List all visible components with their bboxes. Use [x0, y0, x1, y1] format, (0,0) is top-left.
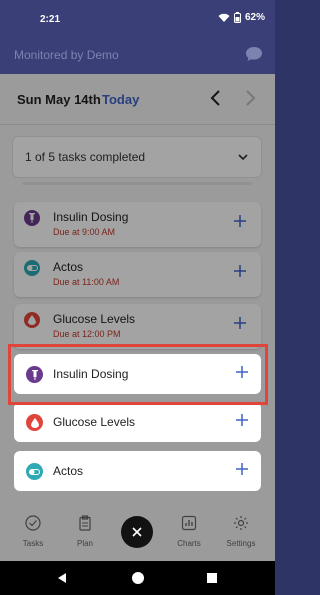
status-bar: 2:21 62%: [0, 0, 275, 36]
app-title: Monitored by Demo: [14, 48, 119, 62]
close-icon: [132, 527, 142, 537]
selection-highlight: [8, 344, 268, 405]
option-label: Actos: [53, 464, 84, 478]
battery-icon: [233, 12, 241, 23]
battery-percent: 62%: [244, 12, 265, 23]
close-fab[interactable]: [121, 516, 153, 548]
back-icon[interactable]: [56, 572, 68, 584]
drop-icon: [26, 414, 43, 431]
chat-icon[interactable]: [245, 46, 263, 62]
recents-icon[interactable]: [207, 573, 217, 583]
add-icon[interactable]: [235, 462, 249, 476]
pill-icon: [26, 463, 43, 480]
add-icon[interactable]: [235, 413, 249, 427]
system-navigation-bar: [0, 561, 275, 595]
status-time: 2:21: [40, 14, 61, 25]
option-label: Glucose Levels: [53, 415, 136, 429]
wifi-icon: [218, 13, 230, 22]
option-actos[interactable]: Actos: [14, 451, 261, 491]
status-icons: 62%: [218, 12, 265, 23]
option-glucose-levels[interactable]: Glucose Levels: [14, 402, 261, 442]
app-bar: Monitored by Demo: [0, 36, 275, 74]
home-icon[interactable]: [131, 571, 145, 585]
